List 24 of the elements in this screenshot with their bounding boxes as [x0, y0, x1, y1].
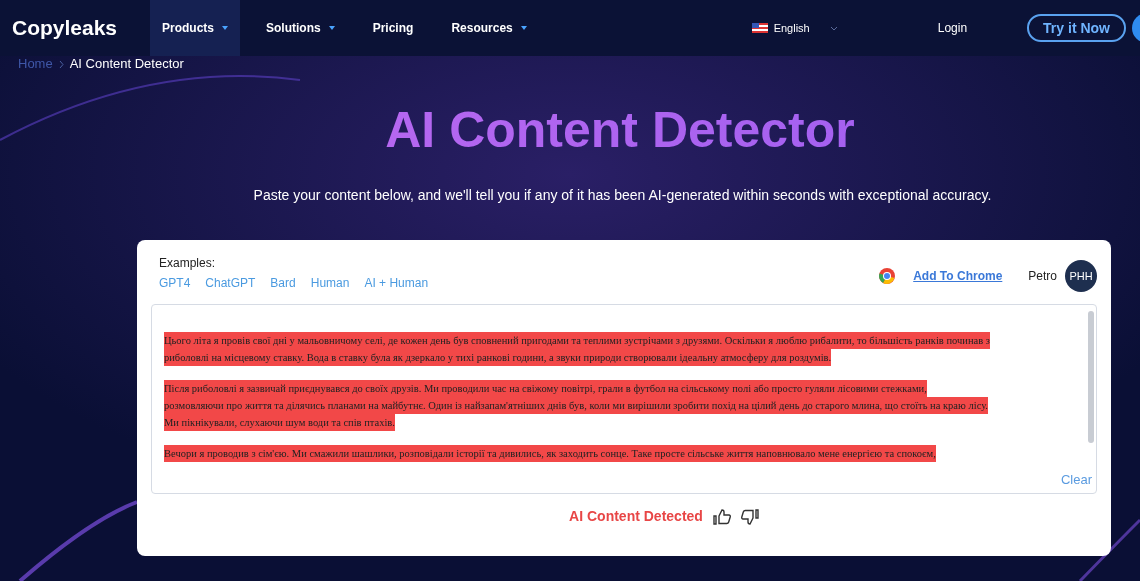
try-it-now-button[interactable]: Try it Now — [1027, 14, 1126, 42]
thumbs-down-icon[interactable] — [740, 508, 759, 525]
login-link[interactable]: Login — [937, 19, 968, 37]
light-streak — [1078, 518, 1140, 581]
nav-tab[interactable]: Pricing — [360, 0, 426, 56]
subtitle: Paste your content below, and we'll tell you if any of it has been AI-generated within seconds with exceptional accuracy. — [252, 186, 993, 205]
nav-tab[interactable]: Resources — [439, 0, 539, 56]
chrome-icon — [879, 268, 896, 284]
examples-label: Examples: — [159, 255, 217, 272]
logo[interactable]: Copyleaks — [12, 12, 118, 44]
result-label: AI Content Detected — [569, 507, 703, 526]
user-avatar[interactable]: PHH — [1065, 260, 1097, 292]
nav-tab[interactable]: Products — [150, 0, 240, 56]
text-input-area[interactable] — [151, 304, 1097, 494]
chevron-down-icon — [829, 25, 838, 31]
flag-icon — [751, 23, 768, 33]
thumbs-up-icon[interactable] — [712, 508, 731, 525]
chevron-right-icon — [58, 59, 64, 69]
breadcrumb-current[interactable]: AI Content Detector — [69, 54, 184, 74]
scrollbar[interactable] — [1088, 311, 1094, 443]
language-selector[interactable]: English — [751, 19, 838, 37]
nav-tab[interactable]: Solutions — [254, 0, 347, 56]
add-to-chrome-link[interactable]: Add To Chrome — [913, 267, 1003, 285]
user-name: Petro — [1028, 268, 1057, 285]
